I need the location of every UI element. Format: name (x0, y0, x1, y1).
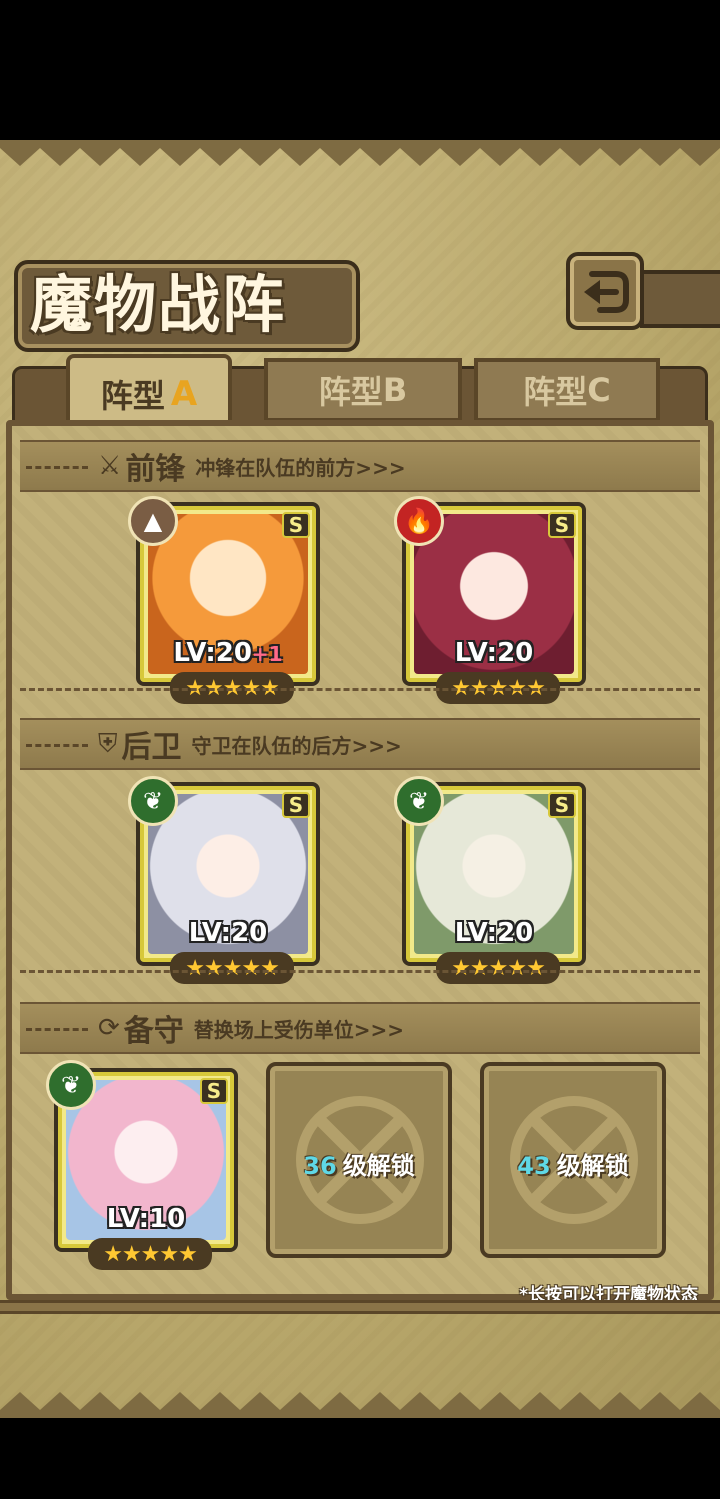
tab-letter: C (587, 371, 611, 409)
section-name: 前锋 (125, 452, 186, 487)
star-rating: ★★★★★ (170, 952, 294, 984)
level-label: LV:20 (406, 638, 582, 668)
formation-panel: 魔物战阵 阵型 A 阵型 B 阵型 C ⚔ 前锋 冲锋在队伍的前方>>> S LV:2… (0, 140, 720, 1418)
tab-label: 阵型 (523, 373, 588, 411)
leaf-element-icon: ❦ (394, 776, 444, 826)
rank-badge: S (548, 792, 576, 818)
level-value: LV:20 (173, 638, 252, 668)
rank-badge: S (548, 512, 576, 538)
level-label: LV:20 (406, 918, 582, 948)
locked-slot-1[interactable]: 36 级解锁 (266, 1062, 452, 1258)
status-bar-area (0, 0, 720, 140)
tab-label: 阵型 (100, 377, 165, 415)
swap-icon: ⟳ (98, 1013, 120, 1043)
unlock-requirement: 36 级解锁 (270, 1146, 448, 1181)
tab-letter: A (170, 374, 198, 414)
rank-badge: S (282, 792, 310, 818)
page-title: 魔物战阵 (30, 268, 287, 341)
section-desc: 守卫在队伍的后方>>> (191, 733, 402, 758)
back-button-rail (640, 270, 720, 328)
level-value: LV:10 (106, 1204, 186, 1234)
dash-decoration (26, 1028, 88, 1031)
back-arrow-icon (584, 271, 629, 313)
section-desc: 冲锋在队伍的前方>>> (195, 455, 406, 480)
tab-letter: B (382, 371, 408, 409)
tab-formation-a[interactable]: 阵型 A (66, 354, 232, 430)
rank-badge: S (200, 1078, 228, 1104)
section-name: 后卫 (121, 730, 182, 765)
back-button[interactable] (566, 252, 644, 330)
row-divider (20, 688, 700, 691)
unlock-text: 级解锁 (342, 1152, 415, 1180)
tab-formation-b[interactable]: 阵型 B (264, 358, 462, 422)
row-divider (20, 970, 700, 973)
section-rear-title: ⛨ 后卫 守卫在队伍的后方>>> (98, 718, 402, 770)
leaf-element-icon: ❦ (46, 1060, 96, 1110)
rock-element-icon: ▲ (128, 496, 178, 546)
navigation-bar-area (0, 1418, 720, 1499)
level-value: LV:20 (188, 918, 268, 948)
section-desc: 替换场上受伤单位>>> (193, 1017, 405, 1042)
unlock-text: 级解锁 (556, 1152, 629, 1180)
tab-label: 阵型 (318, 373, 383, 411)
sword-icon: ⚔ (98, 451, 122, 481)
tab-formation-c[interactable]: 阵型 C (474, 358, 660, 422)
level-value: LV:20 (454, 918, 534, 948)
level-bonus: +1 (251, 642, 283, 666)
section-reserve-title: ⟳ 备守 替换场上受伤单位>>> (98, 1002, 404, 1054)
level-label: LV:20 (140, 918, 316, 948)
leaf-element-icon: ❦ (128, 776, 178, 826)
section-name: 备守 (123, 1014, 184, 1049)
dash-decoration (26, 466, 88, 469)
star-rating: ★★★★★ (436, 952, 560, 984)
fire-element-icon: 🔥 (394, 496, 444, 546)
dash-decoration (26, 744, 88, 747)
zigzag-bottom-edge (0, 1392, 720, 1418)
bottom-rail (0, 1300, 720, 1314)
zigzag-top-edge (0, 140, 720, 166)
level-label: LV:10 (58, 1204, 234, 1234)
locked-slot-2[interactable]: 43 级解锁 (480, 1062, 666, 1258)
level-value: LV:20 (454, 638, 534, 668)
shield-icon: ⛨ (98, 728, 118, 759)
unlock-level: 36 (303, 1152, 337, 1180)
unlock-requirement: 43 级解锁 (484, 1146, 662, 1181)
unlock-level: 43 (517, 1152, 551, 1180)
section-front-title: ⚔ 前锋 冲锋在队伍的前方>>> (98, 440, 406, 492)
rank-badge: S (282, 512, 310, 538)
star-rating: ★★★★★ (88, 1238, 212, 1270)
level-label: LV:20+1 (140, 638, 316, 668)
